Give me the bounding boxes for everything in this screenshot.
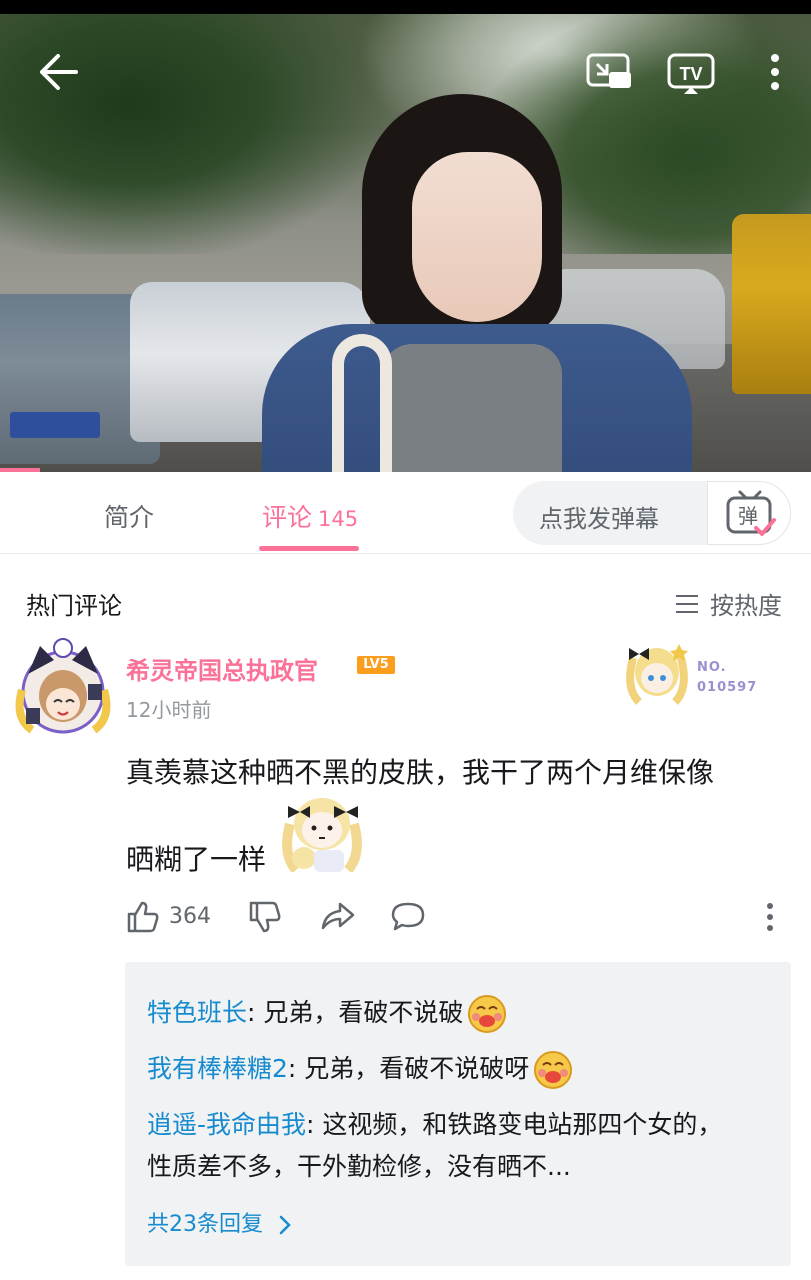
comment-time: 12小时前 bbox=[126, 698, 212, 722]
chevron-right-icon bbox=[279, 1215, 291, 1235]
reply-item[interactable]: 特色班长: 兄弟，看破不说破 bbox=[147, 992, 507, 1034]
reply-username[interactable]: 特色班长 bbox=[147, 998, 247, 1027]
danmaku-toggle-button[interactable]: 弹 bbox=[707, 481, 791, 545]
bus bbox=[732, 214, 811, 394]
hot-comments-title: 热门评论 bbox=[26, 592, 122, 620]
comment-actions: 364 bbox=[126, 896, 786, 940]
blush-emoji-icon bbox=[534, 1051, 573, 1089]
comment-text-line2: 晒糊了一样 bbox=[126, 843, 267, 876]
comment-username[interactable]: 希灵帝国总执政官 bbox=[126, 651, 318, 686]
view-more-replies-link[interactable]: 共23条回复 bbox=[147, 1206, 292, 1238]
back-icon[interactable] bbox=[36, 52, 80, 92]
reply-username[interactable]: 逍遥-我命由我 bbox=[147, 1110, 306, 1139]
reply-username[interactable]: 我有棒棒糖2 bbox=[147, 1054, 288, 1083]
sticker-emote bbox=[282, 794, 362, 874]
status-bar bbox=[0, 0, 811, 14]
danmaku-input[interactable]: 点我发弹幕 弹 bbox=[513, 481, 791, 545]
comment-more-icon[interactable] bbox=[762, 900, 778, 938]
tv-cast-icon[interactable]: TV bbox=[666, 52, 718, 96]
reply-comment-icon[interactable] bbox=[390, 900, 426, 938]
share-icon[interactable] bbox=[320, 900, 356, 938]
picture-in-picture-icon[interactable] bbox=[585, 52, 633, 92]
fan-badge-image bbox=[623, 638, 693, 706]
svg-text:TV: TV bbox=[679, 64, 702, 84]
blush-emoji-icon bbox=[468, 995, 507, 1033]
more-replies-label: 共23条回复 bbox=[147, 1212, 263, 1237]
reply-text: : 兄弟，看破不说破 bbox=[247, 998, 464, 1027]
comment-text-line1: 真羡慕这种晒不黑的皮肤，我干了两个月维保像 bbox=[126, 756, 715, 789]
sort-button[interactable]: 按热度 bbox=[676, 586, 782, 621]
like-count: 364 bbox=[169, 904, 211, 929]
fan-badge-number: NO. 010597 bbox=[697, 660, 758, 695]
danmaku-icon: 弹 bbox=[726, 490, 776, 536]
tab-bar: 简介 评论 145 点我发弹幕 弹 bbox=[0, 472, 811, 554]
reply-text: : 兄弟，看破不说破呀 bbox=[287, 1054, 530, 1083]
sort-icon bbox=[676, 593, 702, 615]
reply-item[interactable]: 我有棒棒糖2: 兄弟，看破不说破呀 bbox=[147, 1048, 573, 1090]
tab-comments-label: 评论 bbox=[262, 503, 313, 532]
active-tab-indicator bbox=[259, 546, 359, 551]
video-subject bbox=[262, 94, 692, 472]
tab-comments[interactable]: 评论 145 bbox=[262, 498, 358, 534]
comments-count: 145 bbox=[318, 507, 359, 531]
reply-item[interactable]: 逍遥-我命由我: 这视频，和铁路变电站那四个女的，性质差不多，干外勤检修，没有晒… bbox=[147, 1104, 747, 1188]
avatar[interactable] bbox=[10, 634, 116, 740]
svg-text:弹: 弹 bbox=[738, 504, 758, 528]
level-badge: LV5 bbox=[357, 656, 395, 674]
thumbs-up-icon[interactable] bbox=[126, 900, 160, 938]
tab-intro[interactable]: 简介 bbox=[104, 498, 154, 534]
reply-list[interactable]: 特色班长: 兄弟，看破不说破 我有棒棒糖2: 兄弟，看破不说破呀 逍遥-我命由我… bbox=[125, 962, 791, 1266]
danmaku-placeholder: 点我发弹幕 bbox=[539, 505, 659, 533]
thumbs-down-icon[interactable] bbox=[248, 900, 282, 938]
sort-label: 按热度 bbox=[710, 592, 782, 620]
more-vertical-icon[interactable] bbox=[760, 50, 790, 94]
